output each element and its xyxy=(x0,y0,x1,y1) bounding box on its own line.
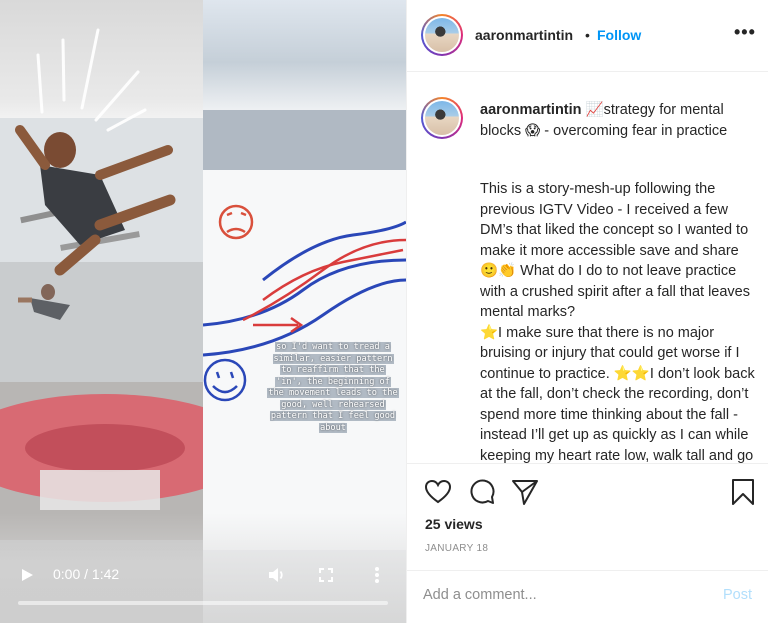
header-username[interactable]: aaronmartintin xyxy=(475,27,573,43)
overlay-line: to reaffirm that the xyxy=(280,365,386,375)
post-date: JANUARY 18 xyxy=(425,543,489,554)
vertical-dots-icon[interactable] xyxy=(374,566,380,587)
caption-title: aaronmartintin 📈strategy for mental bloc… xyxy=(480,100,750,142)
post-side-panel: aaronmartintin • Follow ••• aaronmartint… xyxy=(406,0,768,623)
progress-track[interactable] xyxy=(18,601,388,605)
caption-body: This is a story-mesh-up following the pr… xyxy=(480,181,755,463)
avatar[interactable] xyxy=(421,97,463,139)
volume-icon[interactable] xyxy=(268,567,286,586)
play-icon[interactable] xyxy=(20,568,34,582)
video-player[interactable]: so I'd want to tread a similar, easier p… xyxy=(0,0,406,623)
video-caption-overlay: so I'd want to tread a similar, easier p… xyxy=(248,342,406,434)
comment-input[interactable] xyxy=(423,583,703,607)
fullscreen-icon[interactable] xyxy=(318,567,334,586)
avatar[interactable] xyxy=(421,14,463,56)
overlay-line: about xyxy=(319,422,347,433)
overlay-line: the movement leads to the xyxy=(267,388,399,398)
overlay-line: pattern that I feel good xyxy=(269,411,397,421)
view-count[interactable]: 25 views xyxy=(425,516,483,532)
overlay-line: 'in', the beginning of xyxy=(275,376,391,387)
bookmark-icon[interactable] xyxy=(729,478,757,506)
post-button[interactable]: Post xyxy=(723,587,752,603)
heart-icon[interactable] xyxy=(424,478,452,506)
post-header: aaronmartintin • Follow ••• xyxy=(407,0,768,72)
comment-bar: Post xyxy=(407,570,768,623)
post-actions: 25 views JANUARY 18 Post xyxy=(407,463,768,623)
overlay-line: good, well rehearsed xyxy=(280,399,386,410)
caption-username[interactable]: aaronmartintin xyxy=(480,102,582,118)
video-controls: 0:00 / 1:42 xyxy=(0,566,406,623)
profile-photo xyxy=(425,101,459,135)
header-separator: • xyxy=(585,27,590,43)
more-options-icon[interactable]: ••• xyxy=(734,22,756,43)
caption-area: aaronmartintin 📈strategy for mental bloc… xyxy=(407,73,768,463)
profile-photo xyxy=(425,18,459,52)
comment-icon[interactable] xyxy=(468,478,496,506)
overlay-line: so I'd want to tread a xyxy=(275,342,391,352)
overlay-line: similar, easier pattern xyxy=(272,353,394,364)
video-time: 0:00 / 1:42 xyxy=(53,566,120,582)
follow-button[interactable]: Follow xyxy=(597,27,641,43)
share-icon[interactable] xyxy=(511,478,539,506)
